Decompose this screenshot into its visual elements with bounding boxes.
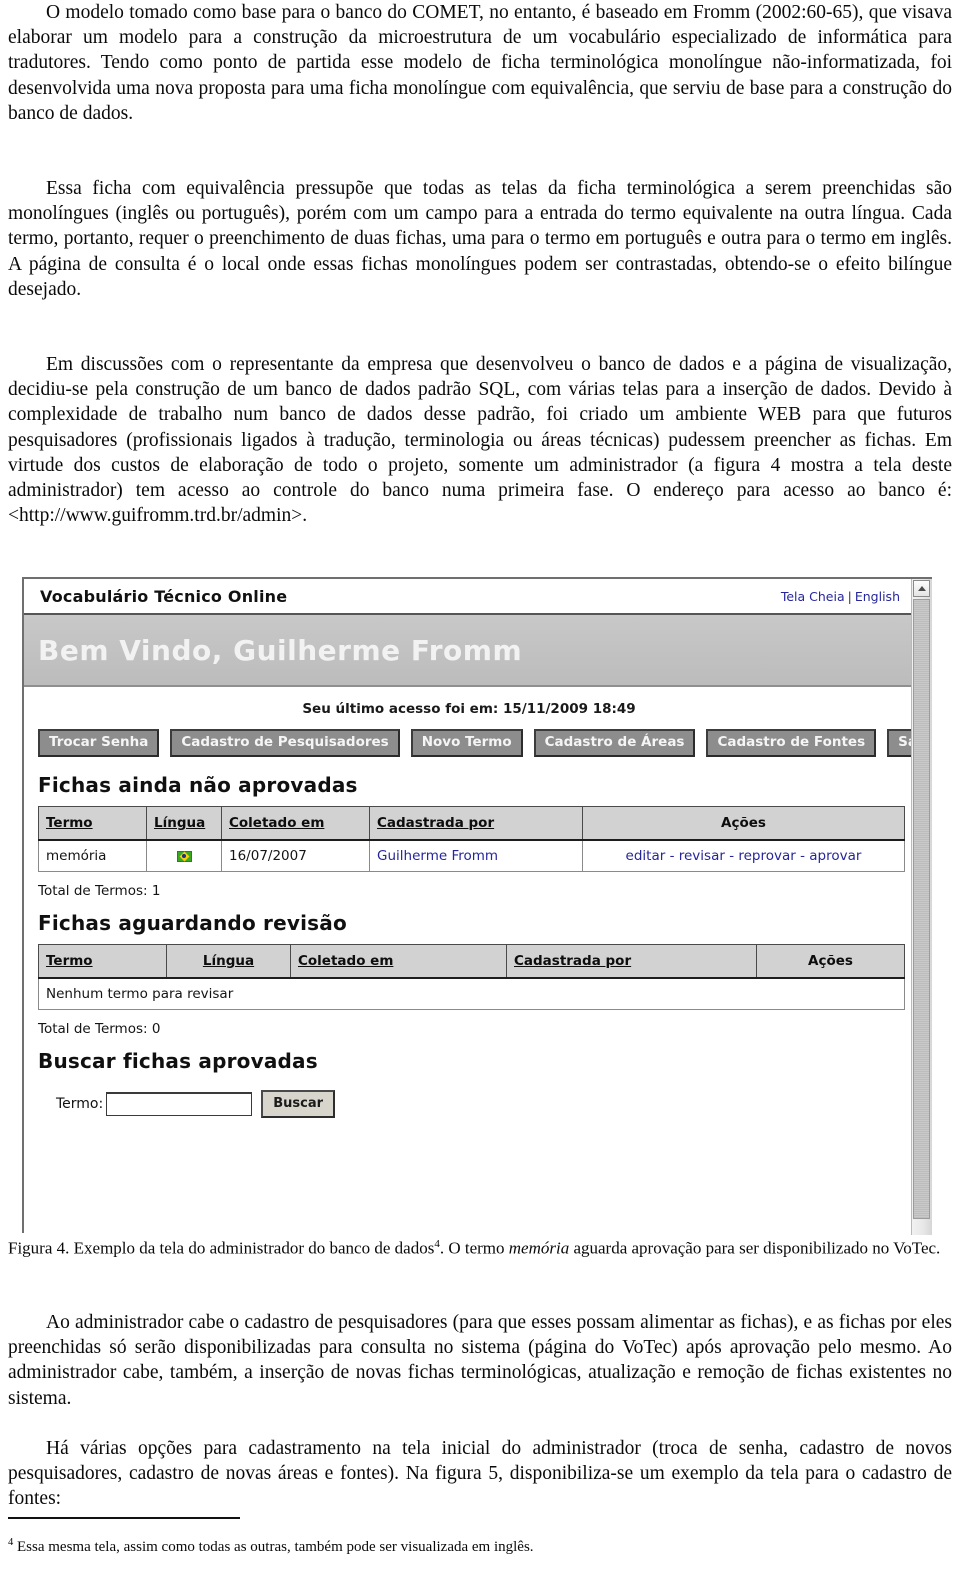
app-content-area: Vocabulário Técnico Online Tela Cheia | En… xyxy=(24,579,912,1233)
search-label: Termo: xyxy=(56,1096,104,1112)
column-header-coletado-em[interactable]: Coletado em xyxy=(221,806,370,841)
last-access-text: Seu último acesso foi em: 15/11/2009 18:… xyxy=(302,701,636,717)
cell-coletado-em: 16/07/2007 xyxy=(221,840,370,872)
table-row: memória 16/07/2007 Guilherme Fromm edita… xyxy=(38,840,905,872)
paragraph-4: Ao administrador cabe o cadastro de pesq… xyxy=(8,1312,952,1409)
footnote-separator-rule xyxy=(8,1517,240,1519)
column-header-coletado-label: Coletado em xyxy=(298,953,394,969)
link-separator: | xyxy=(847,588,852,604)
column-header-acoes: Ações xyxy=(582,806,905,841)
welcome-banner: Bem Vindo, Guilherme Fromm xyxy=(24,615,912,687)
cell-cadastrada-por[interactable]: Guilherme Fromm xyxy=(369,840,583,872)
paragraph-3: Em discussões com o representante da emp… xyxy=(8,354,952,527)
total-termos-pending: Total de Termos: 1 xyxy=(38,883,161,899)
column-header-termo[interactable]: Termo xyxy=(38,806,147,841)
column-header-cadastrada-por[interactable]: Cadastrada por xyxy=(506,944,757,979)
caption-prefix: Figura 4. Exemplo da tela do administrad… xyxy=(8,1238,435,1258)
cadastro-de-fontes-button[interactable]: Cadastro de Fontes xyxy=(706,729,877,757)
caption-middle: . O termo xyxy=(439,1238,509,1258)
document-text-top: O modelo tomado como base para o banco d… xyxy=(8,0,952,528)
welcome-text: Bem Vindo, Guilherme Fromm xyxy=(38,633,523,667)
column-header-acoes-label: Ações xyxy=(721,815,766,831)
flag-globe-shape xyxy=(182,854,186,858)
scrollbar-thumb[interactable] xyxy=(913,599,930,1219)
cell-lingua xyxy=(146,840,222,872)
paragraph-2: Essa ficha com equivalência pressupõe qu… xyxy=(8,178,952,300)
caption-suffix: aguarda aprovação para ser disponibiliza… xyxy=(569,1238,941,1258)
column-header-lingua-label: Língua xyxy=(154,815,206,831)
section-heading-pending: Fichas ainda não aprovadas xyxy=(38,773,358,797)
acoes-links[interactable]: editar - revisar - reprovar - aprovar xyxy=(626,848,862,864)
trocar-senha-button[interactable]: Trocar Senha xyxy=(38,729,160,757)
admin-action-buttons: Trocar Senha Cadastro de Pesquisadores N… xyxy=(38,729,912,761)
table-fichas-nao-aprovadas: Termo Língua Coletado em Cadastrada por … xyxy=(38,806,905,872)
search-input[interactable] xyxy=(106,1092,253,1116)
column-header-cadastrada-por[interactable]: Cadastrada por xyxy=(369,806,583,841)
column-header-termo[interactable]: Termo xyxy=(38,944,167,979)
vertical-scrollbar[interactable] xyxy=(911,579,932,1235)
footnote: 4 Essa mesma tela, assim como todas as o… xyxy=(8,1533,952,1557)
buscar-button[interactable]: Buscar xyxy=(261,1090,336,1118)
column-header-acoes: Ações xyxy=(756,944,905,979)
cadastro-de-areas-button[interactable]: Cadastro de Áreas xyxy=(533,729,696,757)
browser-window: Vocabulário Técnico Online Tela Cheia | En… xyxy=(22,577,932,1235)
table-header-row: Termo Língua Coletado em Cadastrada por … xyxy=(38,944,905,979)
cell-acoes[interactable]: editar - revisar - reprovar - aprovar xyxy=(582,840,905,872)
section-heading-search: Buscar fichas aprovadas xyxy=(38,1049,318,1073)
column-header-termo-label: Termo xyxy=(46,953,93,969)
paragraph-1: O modelo tomado como base para o banco d… xyxy=(8,2,952,124)
column-header-cadastrada-label: Cadastrada por xyxy=(514,953,632,969)
table-header-row: Termo Língua Coletado em Cadastrada por … xyxy=(38,806,905,841)
tela-cheia-link[interactable]: Tela Cheia xyxy=(781,589,845,604)
search-form: Termo: Buscar xyxy=(38,1082,900,1118)
app-titlebar: Vocabulário Técnico Online Tela Cheia | En… xyxy=(24,579,912,615)
column-header-cadastrada-label: Cadastrada por xyxy=(377,815,495,831)
column-header-lingua[interactable]: Língua xyxy=(166,944,291,979)
app-header-links: Tela Cheia | English xyxy=(781,589,900,604)
column-header-lingua-label: Língua xyxy=(202,953,255,969)
column-header-coletado-em[interactable]: Coletado em xyxy=(290,944,507,979)
total-termos-review: Total de Termos: 0 xyxy=(38,1021,161,1037)
cadastrada-por-link[interactable]: Guilherme Fromm xyxy=(377,848,498,864)
column-header-termo-label: Termo xyxy=(46,815,93,831)
footnote-text: Essa mesma tela, assim como todas as out… xyxy=(13,1539,534,1555)
caption-italic-term: memória xyxy=(508,1238,570,1258)
column-header-acoes-label: Ações xyxy=(808,953,853,969)
section-heading-review: Fichas aguardando revisão xyxy=(38,911,347,935)
column-header-lingua[interactable]: Língua xyxy=(146,806,222,841)
app-body: Seu último acesso foi em: 15/11/2009 18:… xyxy=(24,687,912,1128)
cadastro-de-pesquisadores-button[interactable]: Cadastro de Pesquisadores xyxy=(170,729,400,757)
scroll-up-icon[interactable] xyxy=(913,580,930,597)
document-text-bottom: Ao administrador cabe o cadastro de pesq… xyxy=(8,1310,952,1511)
novo-termo-button[interactable]: Novo Termo xyxy=(410,729,523,757)
scroll-up-arrow-shape xyxy=(917,586,926,591)
paragraph-5: Há várias opções para cadastramento na t… xyxy=(8,1437,952,1510)
table-fichas-aguardando-revisao: Termo Língua Coletado em Cadastrada por … xyxy=(38,944,905,1010)
cell-termo: memória xyxy=(38,840,147,872)
figure-caption: Figura 4. Exemplo da tela do administrad… xyxy=(8,1233,952,1260)
empty-message-cell: Nenhum termo para revisar xyxy=(38,978,905,1010)
table-row-empty: Nenhum termo para revisar xyxy=(38,978,905,1010)
brazil-flag-icon xyxy=(176,850,192,862)
english-link[interactable]: English xyxy=(855,589,900,604)
figure-4-screenshot: Vocabulário Técnico Online Tela Cheia | En… xyxy=(22,577,952,1235)
sair-button[interactable]: Sair xyxy=(887,729,912,757)
app-title: Vocabulário Técnico Online xyxy=(40,586,288,606)
column-header-coletado-label: Coletado em xyxy=(229,815,325,831)
